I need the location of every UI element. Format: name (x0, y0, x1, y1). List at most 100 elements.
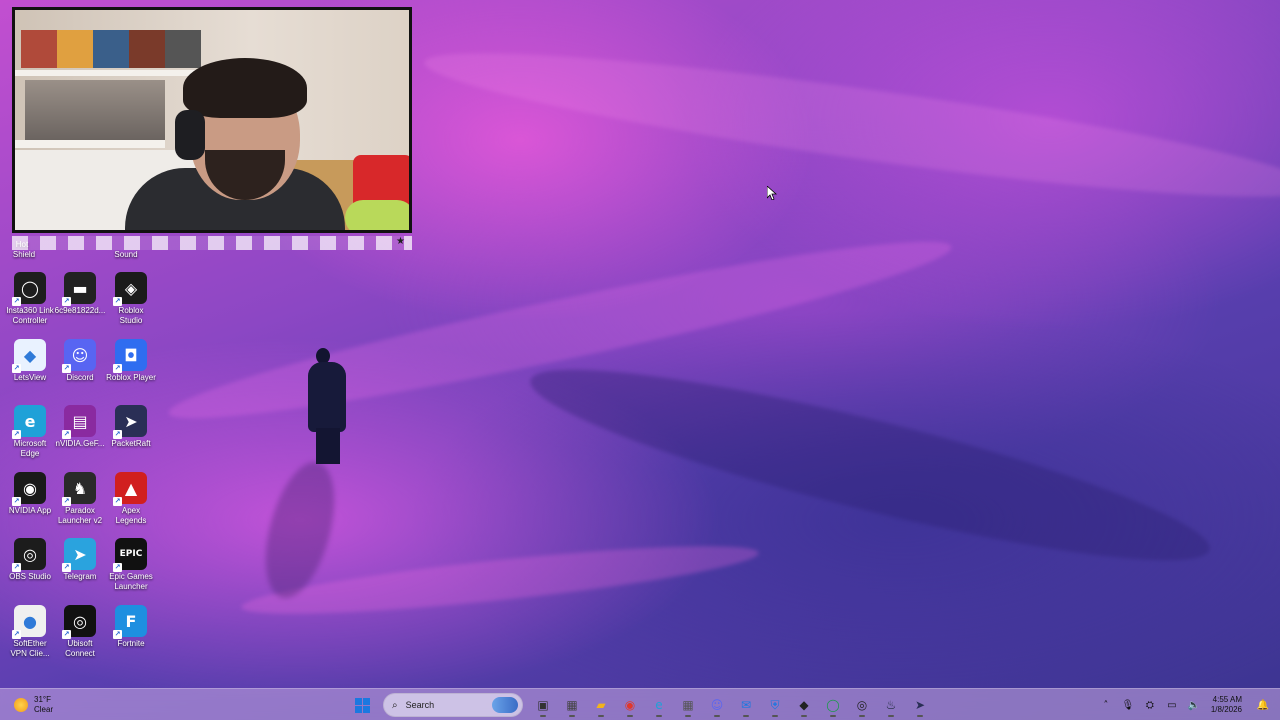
hidden-label-sound: Sound (114, 250, 138, 259)
fortnite-icon: F ↗ (113, 605, 147, 639)
desktop-icon[interactable]: ◈ ↗ Roblox Studio (105, 272, 157, 326)
edge-taskbar-icon-glyph: e (655, 698, 663, 712)
microphone-icon[interactable]: 🎙 (1117, 694, 1139, 716)
desktop-icon[interactable]: ● ↗ SoftEther VPN Clie... (4, 605, 56, 659)
shortcut-arrow-icon: ↗ (12, 563, 21, 572)
insta360-taskbar-icon-glyph: ◯ (826, 698, 840, 712)
usb-icon[interactable]: ⛭ (1139, 694, 1161, 716)
edge-taskbar-icon[interactable]: e (647, 693, 671, 717)
desktop-icon[interactable]: ➤ ↗ Telegram (54, 538, 106, 582)
desktop-icon[interactable]: ▤ ↗ nVIDIA.GeF... (54, 405, 106, 449)
wallpaper-figure-legs (316, 428, 340, 464)
shortcut-arrow-icon: ↗ (12, 430, 21, 439)
winrar-icon: ▤ ↗ (62, 405, 96, 439)
unity-icon-glyph: ◆ (799, 698, 809, 712)
desktop-icon-label: Roblox Studio (118, 306, 144, 325)
roblox-studio-icon: ◈ ↗ (113, 272, 147, 306)
mouse-cursor-icon (767, 186, 777, 200)
desktop-icon[interactable]: EPIC ↗ Epic Games Launcher (105, 538, 157, 592)
desktop-icon-label: LetsView (13, 373, 47, 382)
file-thumbnail-icon: ▬ ↗ (62, 272, 96, 306)
chevron-up-icon[interactable]: ˄ (1095, 694, 1117, 716)
weather-condition: Clear (34, 705, 54, 714)
desktop-icon-label: Telegram (63, 572, 97, 581)
discord-icon: ☺ ↗ (62, 339, 96, 373)
chrome-icon-glyph: ◉ (624, 698, 636, 712)
star-icon: ★ (396, 236, 405, 247)
defender-icon-glyph: ⛨ (770, 697, 780, 712)
start-button[interactable] (350, 693, 374, 717)
notification-bell-icon[interactable]: 🔔 (1252, 694, 1274, 716)
shortcut-arrow-icon: ↗ (113, 297, 122, 306)
shortcut-arrow-icon: ↗ (12, 497, 21, 506)
softether-icon: ● ↗ (12, 605, 46, 639)
shortcut-arrow-icon: ↗ (62, 430, 71, 439)
desktop-icon[interactable]: ◯ ↗ Insta360 Link Controller (4, 272, 56, 326)
nvidia-icon: ◉ ↗ (12, 472, 46, 506)
desktop-icon[interactable]: ➤ ↗ PacketRaft (105, 405, 157, 449)
desktop-icon[interactable]: ◆ ↗ LetsView (4, 339, 56, 383)
shortcut-arrow-icon: ↗ (62, 563, 71, 572)
notes-app-icon[interactable]: ▦ (560, 693, 584, 717)
packetraft-taskbar-icon[interactable]: ➤ (908, 693, 932, 717)
desktop-icon-label: Insta360 Link Controller (6, 306, 54, 325)
desktop-icon[interactable]: ◎ ↗ Ubisoft Connect (54, 605, 106, 659)
clock-time: 4:55 AM (1212, 695, 1242, 704)
wallpaper-ridge (162, 217, 958, 443)
desktop-icon-label: nVIDIA.GeF... (55, 439, 105, 448)
desktop-icon[interactable]: ☺ ↗ Discord (54, 339, 106, 383)
desktop-icon-label: Discord (66, 373, 94, 382)
shortcut-arrow-icon: ↗ (12, 630, 21, 639)
apex-icon: ▲ ↗ (113, 472, 147, 506)
windows-logo-icon (354, 697, 370, 713)
desktop-icon[interactable]: ◘ ↗ Roblox Player (105, 339, 157, 383)
file-explorer-icon[interactable]: ▰ (589, 693, 613, 717)
wallpaper-ridge (419, 27, 1280, 223)
calculator-icon[interactable]: ▦ (676, 693, 700, 717)
steam-icon[interactable]: ♨ (879, 693, 903, 717)
insta360-icon: ◯ ↗ (12, 272, 46, 306)
packetraft-icon: ➤ ↗ (113, 405, 147, 439)
task-view-icon[interactable]: ▣ (531, 693, 555, 717)
shortcut-arrow-icon: ↗ (12, 297, 21, 306)
desktop-icon[interactable]: ▬ ↗ 6c9e81822d... (54, 272, 106, 316)
obs-taskbar-icon[interactable]: ◎ (850, 693, 874, 717)
desktop-icon[interactable]: ◎ ↗ OBS Studio (4, 538, 56, 582)
unity-icon[interactable]: ◆ (792, 693, 816, 717)
desktop-icon[interactable]: ♞ ↗ Paradox Launcher v2 (54, 472, 106, 526)
system-tray: ˄ 🎙 ⛭ ▭ 🔈 4:55 AM 1/8/2026 🔔 (1095, 689, 1280, 720)
desktop-icon[interactable]: F ↗ Fortnite (105, 605, 157, 649)
mail-icon[interactable]: ✉ (734, 693, 758, 717)
taskbar-search-box[interactable]: ⌕ Search (383, 693, 523, 717)
desktop-icon-label: Epic Games Launcher (109, 572, 153, 591)
packetraft-taskbar-icon-glyph: ➤ (914, 698, 926, 712)
webcam-overlay (12, 7, 412, 233)
volume-icon[interactable]: 🔈 (1183, 694, 1205, 716)
taskbar: 31°F Clear ⌕ Search ▣ ▦ ▰ ◉ e ▦ ☺ ✉ ⛨ ◆ ◯ ◎ ♨ ➤ ˄ 🎙 ⛭ ▭ 🔈… (0, 688, 1280, 720)
search-placeholder: Search (405, 700, 435, 710)
shortcut-arrow-icon: ↗ (62, 297, 71, 306)
desktop-icon-label: SoftEther VPN Clie... (10, 639, 50, 658)
paradox-icon: ♞ ↗ (62, 472, 96, 506)
clock[interactable]: 4:55 AM 1/8/2026 (1211, 695, 1242, 715)
chrome-icon[interactable]: ◉ (618, 693, 642, 717)
calculator-icon-glyph: ▦ (682, 698, 694, 712)
shortcut-arrow-icon: ↗ (113, 630, 122, 639)
roblox-player-icon: ◘ ↗ (113, 339, 147, 373)
shortcut-arrow-icon: ↗ (62, 630, 71, 639)
taskbar-center: ⌕ Search ▣ ▦ ▰ ◉ e ▦ ☺ ✉ ⛨ ◆ ◯ ◎ ♨ ➤ (350, 692, 937, 718)
desktop-icon-label: Apex Legends (115, 506, 147, 525)
defender-icon[interactable]: ⛨ (763, 693, 787, 717)
mail-icon-glyph: ✉ (740, 698, 752, 712)
weather-widget[interactable]: 31°F Clear (14, 693, 53, 717)
network-icon[interactable]: ▭ (1161, 694, 1183, 716)
desktop-icon[interactable]: ▲ ↗ Apex Legends (105, 472, 157, 526)
desktop-icon-label: PacketRaft (111, 439, 151, 448)
desktop-icon[interactable]: ◉ ↗ NVIDIA App (4, 472, 56, 516)
telegram-icon: ➤ ↗ (62, 538, 96, 572)
shortcut-arrow-icon: ↗ (113, 497, 122, 506)
desktop-icon[interactable]: e ↗ Microsoft Edge (4, 405, 56, 459)
discord-taskbar-icon[interactable]: ☺ (705, 693, 729, 717)
insta360-taskbar-icon[interactable]: ◯ (821, 693, 845, 717)
file-explorer-icon-glyph: ▰ (596, 698, 606, 712)
